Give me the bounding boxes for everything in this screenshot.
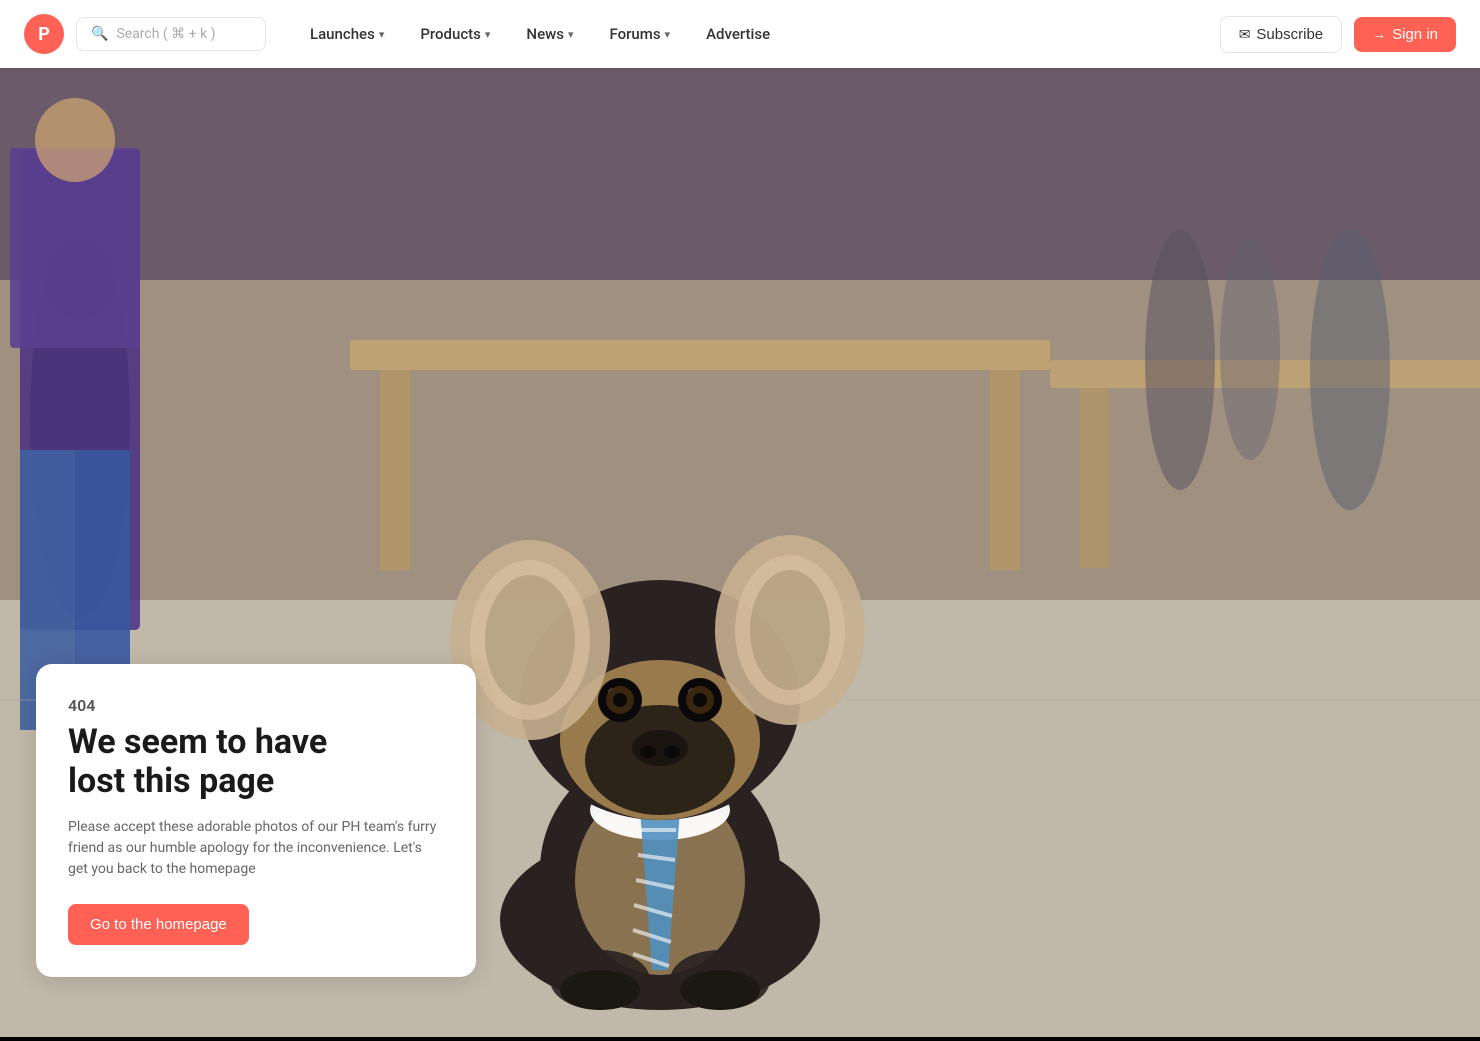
nav-right: ✉ Subscribe → Sign in [1220, 16, 1456, 53]
nav-item-products[interactable]: Products ▾ [404, 17, 506, 51]
error-title: We seem to have lost this page [68, 723, 444, 801]
error-description: Please accept these adorable photos of o… [68, 817, 444, 880]
error-code: 404 [68, 696, 444, 715]
nav-forums-label: Forums [609, 25, 660, 43]
nav-item-news[interactable]: News ▾ [510, 17, 589, 51]
nav-item-advertise[interactable]: Advertise [690, 17, 786, 51]
navbar: P 🔍 Search ( ⌘ + k ) Launches ▾ Products… [0, 0, 1480, 68]
chevron-down-icon: ▾ [665, 28, 671, 41]
chevron-down-icon: ▾ [568, 28, 574, 41]
subscribe-button[interactable]: ✉ Subscribe [1220, 16, 1342, 53]
nav-news-label: News [526, 25, 564, 43]
signin-icon: → [1372, 26, 1386, 42]
error-card: 404 We seem to have lost this page Pleas… [36, 664, 476, 977]
logo[interactable]: P [24, 14, 64, 54]
go-to-homepage-button[interactable]: Go to the homepage [68, 904, 249, 945]
nav-item-forums[interactable]: Forums ▾ [593, 17, 686, 51]
search-icon: 🔍 [91, 26, 108, 42]
nav-products-label: Products [420, 25, 481, 43]
signin-label: Sign in [1392, 26, 1438, 43]
logo-letter: P [38, 24, 50, 45]
nav-advertise-label: Advertise [706, 25, 770, 43]
chevron-down-icon: ▾ [485, 28, 491, 41]
chevron-down-icon: ▾ [379, 28, 385, 41]
error-title-line2: lost this page [68, 761, 274, 801]
subscribe-label: Subscribe [1256, 26, 1323, 43]
subscribe-icon: ✉ [1239, 26, 1251, 43]
search-placeholder: Search ( ⌘ + k ) [116, 26, 215, 42]
signin-button[interactable]: → Sign in [1354, 17, 1456, 52]
search-box[interactable]: 🔍 Search ( ⌘ + k ) [76, 17, 266, 51]
nav-item-launches[interactable]: Launches ▾ [294, 17, 400, 51]
nav-launches-label: Launches [310, 25, 375, 43]
error-title-line1: We seem to have [68, 722, 327, 762]
